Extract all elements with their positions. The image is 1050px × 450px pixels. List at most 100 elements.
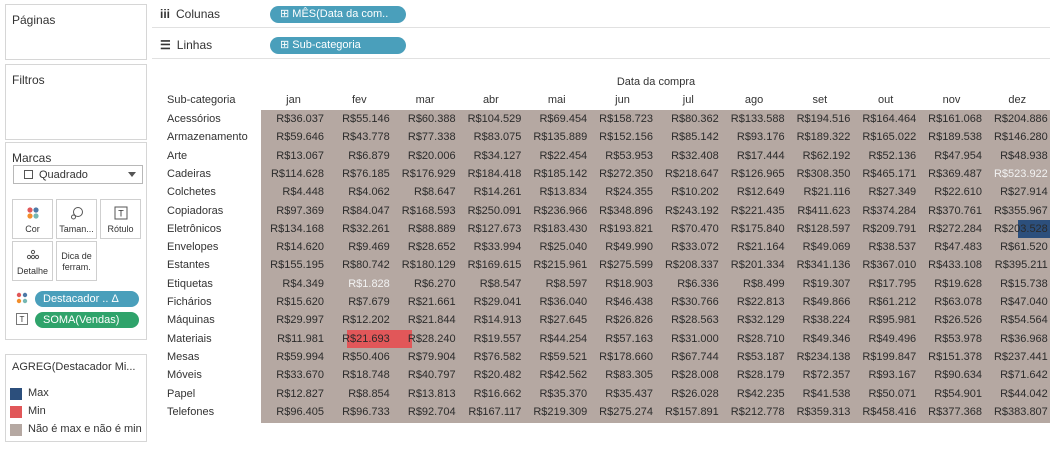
table-cell[interactable]: R$50.071 (853, 385, 918, 403)
table-cell[interactable]: R$33.072 (656, 238, 721, 256)
table-cell[interactable]: R$59.646 (261, 128, 326, 146)
table-cell[interactable]: R$185.142 (524, 165, 589, 183)
table-cell[interactable]: R$212.778 (722, 403, 787, 421)
table-cell[interactable]: R$8.647 (393, 183, 458, 201)
table-cell[interactable]: R$63.078 (919, 293, 984, 311)
table-cell[interactable]: R$32.408 (656, 147, 721, 165)
month-header-dez[interactable]: dez (985, 94, 1050, 106)
table-cell[interactable]: R$49.496 (853, 330, 918, 348)
table-cell[interactable]: R$204.886 (985, 110, 1050, 128)
table-cell[interactable]: R$369.487 (919, 165, 984, 183)
table-cell[interactable]: R$41.538 (787, 385, 852, 403)
table-cell[interactable]: R$359.313 (787, 403, 852, 421)
table-cell[interactable]: R$194.516 (787, 110, 852, 128)
table-cell[interactable]: R$15.738 (985, 275, 1050, 293)
table-cell[interactable]: R$8.547 (458, 275, 523, 293)
columns-shelf[interactable]: iii Colunas ⊞ MÊS(Data da com.. (152, 0, 1050, 28)
table-cell[interactable]: R$26.028 (656, 385, 721, 403)
table-cell[interactable]: R$127.673 (458, 220, 523, 238)
table-cell[interactable]: R$215.961 (524, 256, 589, 274)
table-cell[interactable]: R$8.597 (524, 275, 589, 293)
table-cell[interactable]: R$208.337 (656, 256, 721, 274)
table-cell[interactable]: R$67.744 (656, 348, 721, 366)
table-cell[interactable]: R$84.047 (327, 202, 392, 220)
table-cell[interactable]: R$6.270 (393, 275, 458, 293)
table-cell[interactable]: R$59.521 (524, 348, 589, 366)
table-cell[interactable]: R$11.981 (261, 330, 326, 348)
color-button[interactable]: Cor (12, 199, 53, 239)
table-cell[interactable]: R$164.464 (853, 110, 918, 128)
row-label[interactable]: Arte (167, 147, 187, 165)
table-cell[interactable]: R$18.903 (590, 275, 655, 293)
month-header-out[interactable]: out (853, 94, 918, 106)
table-cell[interactable]: R$158.723 (590, 110, 655, 128)
table-cell[interactable]: R$165.022 (853, 128, 918, 146)
table-cell[interactable]: R$152.156 (590, 128, 655, 146)
table-cell[interactable]: R$54.564 (985, 311, 1050, 329)
table-cell[interactable]: R$38.537 (853, 238, 918, 256)
table-cell[interactable]: R$47.954 (919, 147, 984, 165)
table-cell[interactable]: R$4.062 (327, 183, 392, 201)
table-cell[interactable]: R$76.185 (327, 165, 392, 183)
table-cell[interactable]: R$36.968 (985, 330, 1050, 348)
table-cell[interactable]: R$237.441 (985, 348, 1050, 366)
table-cell[interactable]: R$70.470 (656, 220, 721, 238)
table-cell[interactable]: R$96.733 (327, 403, 392, 421)
label-button[interactable]: T Rótulo (100, 199, 141, 239)
mark-type-dropdown[interactable]: Quadrado (13, 165, 143, 184)
table-cell[interactable]: R$85.142 (656, 128, 721, 146)
table-cell[interactable]: R$49.866 (787, 293, 852, 311)
table-cell[interactable]: R$374.284 (853, 202, 918, 220)
table-cell[interactable]: R$465.171 (853, 165, 918, 183)
table-cell[interactable]: R$189.322 (787, 128, 852, 146)
rows-pill[interactable]: ⊞ Sub-categoria (270, 37, 406, 54)
table-cell[interactable]: R$20.482 (458, 366, 523, 384)
table-cell[interactable]: R$275.599 (590, 256, 655, 274)
table-cell[interactable]: R$49.069 (787, 238, 852, 256)
month-header-jul[interactable]: jul (656, 94, 721, 106)
table-cell[interactable]: R$80.742 (327, 256, 392, 274)
row-label[interactable]: Mesas (167, 348, 199, 366)
table-cell[interactable]: R$411.623 (787, 202, 852, 220)
table-cell[interactable]: R$53.978 (919, 330, 984, 348)
table-cell[interactable]: R$128.597 (787, 220, 852, 238)
table-cell[interactable]: R$31.000 (656, 330, 721, 348)
table-cell[interactable]: R$146.280 (985, 128, 1050, 146)
table-cell[interactable]: R$14.261 (458, 183, 523, 201)
table-cell[interactable]: R$183.430 (524, 220, 589, 238)
table-cell[interactable]: R$34.127 (458, 147, 523, 165)
row-label[interactable]: Materiais (167, 330, 212, 348)
filters-card[interactable]: Filtros (5, 64, 147, 140)
table-cell[interactable]: R$8.499 (722, 275, 787, 293)
table-cell[interactable]: R$33.994 (458, 238, 523, 256)
table-cell[interactable]: R$44.254 (524, 330, 589, 348)
table-cell[interactable]: R$308.350 (787, 165, 852, 183)
table-cell[interactable]: R$272.350 (590, 165, 655, 183)
table-cell[interactable]: R$29.041 (458, 293, 523, 311)
table-cell[interactable]: R$4.349 (261, 275, 326, 293)
table-cell[interactable]: R$178.660 (590, 348, 655, 366)
month-header-jan[interactable]: jan (261, 94, 326, 106)
table-cell[interactable]: R$275.274 (590, 403, 655, 421)
table-cell[interactable]: R$21.661 (393, 293, 458, 311)
table-cell[interactable]: R$383.807 (985, 403, 1050, 421)
table-cell[interactable]: R$370.761 (919, 202, 984, 220)
table-cell[interactable]: R$21.693 (327, 330, 392, 348)
row-label[interactable]: Copiadoras (167, 202, 223, 220)
table-cell[interactable]: R$22.813 (722, 293, 787, 311)
table-cell[interactable]: R$12.202 (327, 311, 392, 329)
table-cell[interactable]: R$12.649 (722, 183, 787, 201)
table-cell[interactable]: R$176.929 (393, 165, 458, 183)
table-cell[interactable]: R$61.212 (853, 293, 918, 311)
table-cell[interactable]: R$433.108 (919, 256, 984, 274)
table-cell[interactable]: R$114.628 (261, 165, 326, 183)
table-cell[interactable]: R$43.778 (327, 128, 392, 146)
table-cell[interactable]: R$88.889 (393, 220, 458, 238)
table-cell[interactable]: R$104.529 (458, 110, 523, 128)
row-label[interactable]: Telefones (167, 403, 214, 421)
table-cell[interactable]: R$135.889 (524, 128, 589, 146)
table-cell[interactable]: R$90.634 (919, 366, 984, 384)
table-cell[interactable]: R$13.813 (393, 385, 458, 403)
table-cell[interactable]: R$193.821 (590, 220, 655, 238)
table-cell[interactable]: R$523.922 (985, 165, 1050, 183)
